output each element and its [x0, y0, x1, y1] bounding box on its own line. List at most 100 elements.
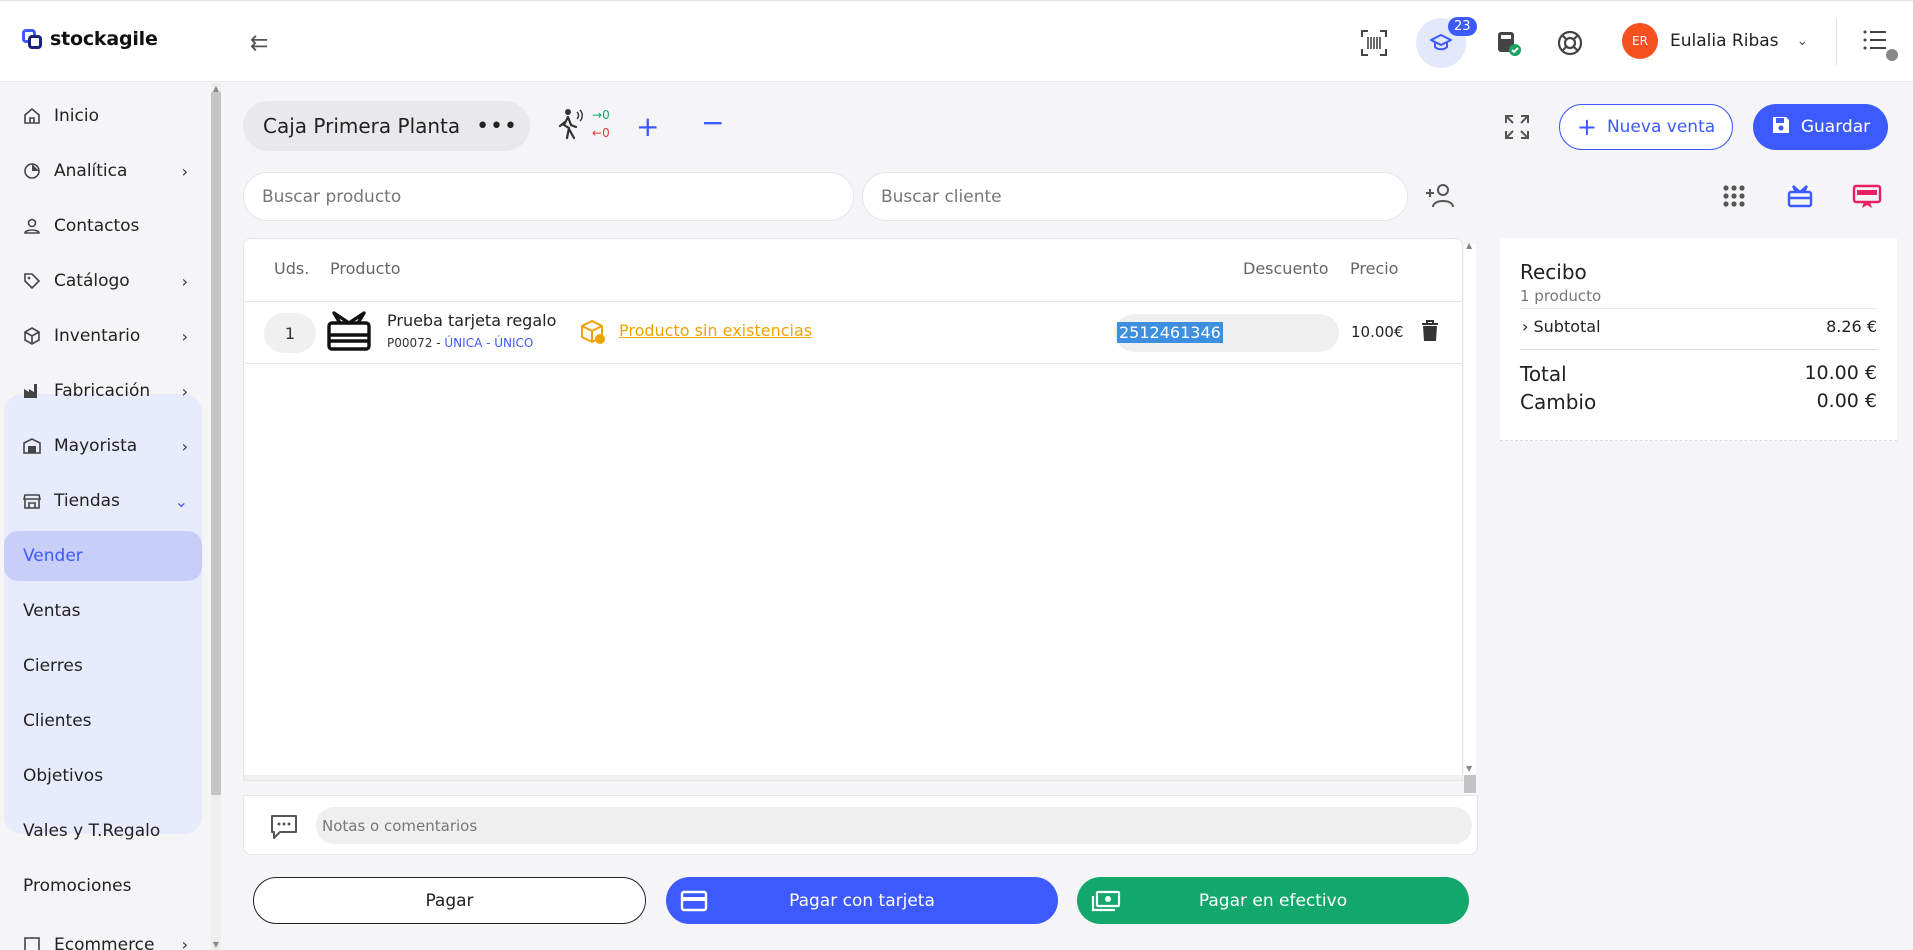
receipt-panel: Recibo 1 producto › Subtotal 8.26 € Tota…	[1500, 238, 1897, 441]
warehouse-icon	[22, 436, 42, 456]
scroll-up-arrow-icon[interactable]: ▲	[1466, 241, 1472, 250]
divider	[244, 301, 1462, 302]
scroll-down-arrow-icon[interactable]: ▼	[211, 940, 221, 949]
save-icon	[1771, 115, 1791, 140]
sidebar-subitem-vales[interactable]: Vales y T.Regalo	[23, 811, 193, 851]
register-name: Caja Primera Planta	[263, 114, 461, 138]
save-button[interactable]: Guardar	[1753, 104, 1888, 150]
product-ref: P00072 - ÚNICA - ÚNICO	[387, 336, 534, 350]
table-vertical-scrollbar[interactable]	[1464, 244, 1476, 794]
sidebar-item-label: Mayorista	[54, 436, 138, 456]
pay-cash-button[interactable]: Pagar en efectivo	[1077, 877, 1469, 924]
column-header-price: Precio	[1350, 259, 1399, 278]
sidebar-item-mayorista[interactable]: Mayorista ›	[22, 426, 192, 466]
box-icon	[22, 326, 42, 346]
grid-view-icon[interactable]	[1722, 184, 1746, 213]
plus-icon: +	[1576, 113, 1597, 141]
sidebar-subitem-cierres[interactable]: Cierres	[23, 646, 193, 686]
academy-badge: 23	[1448, 17, 1477, 36]
status-dot	[1886, 49, 1898, 61]
sidebar-item-ecommerce[interactable]: Ecommerce ›	[22, 935, 192, 950]
search-client-input[interactable]	[862, 172, 1408, 221]
chevron-right-icon: ›	[181, 381, 188, 401]
divider	[1520, 349, 1877, 350]
avatar: ER	[1622, 23, 1658, 59]
chevron-right-icon: ›	[181, 436, 188, 456]
tasks-list-icon[interactable]	[1862, 29, 1888, 56]
credit-card-icon	[680, 889, 708, 918]
search-product-input[interactable]	[243, 172, 854, 221]
add-client-icon[interactable]	[1426, 182, 1456, 215]
change-label: Cambio	[1520, 390, 1597, 414]
sidebar-item-label: Inventario	[54, 326, 141, 346]
divider	[1836, 19, 1837, 65]
sidebar-subitem-ventas[interactable]: Ventas	[23, 591, 193, 631]
sidebar-item-label: Catálogo	[54, 271, 130, 291]
traffic-add-icon[interactable]: +	[636, 110, 659, 143]
no-stock-warning-icon	[580, 319, 606, 350]
register-selector[interactable]: Caja Primera Planta •••	[243, 101, 530, 151]
sidebar-item-analitica[interactable]: Analítica ›	[22, 151, 192, 191]
printer-status-icon[interactable]	[1486, 21, 1530, 65]
scroll-up-arrow-icon[interactable]: ▲	[211, 84, 221, 93]
quantity-field[interactable]: 1	[264, 313, 316, 353]
chevron-right-icon: ›	[181, 161, 188, 181]
chevron-down-icon: ⌄	[174, 491, 188, 511]
notes-input[interactable]	[316, 807, 1472, 844]
factory-icon	[22, 381, 42, 401]
collapse-sidebar-icon[interactable]: ⇇	[250, 31, 268, 56]
sidebar-item-label: Fabricación	[54, 381, 151, 401]
traffic-out-count: ←0	[592, 126, 610, 140]
foot-traffic-icon[interactable]	[556, 108, 586, 145]
voucher-icon[interactable]	[1852, 182, 1882, 215]
sidebar-item-label: Contactos	[54, 216, 140, 236]
user-menu[interactable]: ER Eulalia Ribas ⌄	[1622, 23, 1808, 59]
divider	[1520, 308, 1877, 309]
chevron-right-icon: ›	[181, 271, 188, 291]
logo[interactable]: stockagile	[22, 28, 158, 50]
chevron-right-icon: ›	[1522, 317, 1529, 336]
sidebar-subitem-clientes[interactable]: Clientes	[23, 701, 193, 741]
new-sale-button[interactable]: + Nueva venta	[1559, 104, 1733, 150]
gift-card-icon[interactable]	[1786, 182, 1814, 215]
tag-icon	[22, 271, 42, 291]
column-header-product: Producto	[330, 259, 401, 278]
scroll-down-arrow-icon[interactable]: ▼	[1466, 764, 1472, 773]
sidebar-item-label: Analítica	[54, 161, 128, 181]
sidebar-item-label: Tiendas	[54, 491, 120, 511]
sale-lines-table: Uds. Producto Descuento Precio 1 Prueba …	[243, 238, 1463, 781]
traffic-in-count: →0	[592, 108, 610, 122]
subtotal-toggle[interactable]: › Subtotal	[1522, 317, 1601, 336]
more-options-icon[interactable]: •••	[476, 114, 518, 139]
discount-value[interactable]: 2512461346	[1117, 322, 1223, 343]
help-lifebuoy-icon[interactable]	[1548, 21, 1592, 65]
traffic-remove-icon[interactable]: −	[701, 106, 724, 139]
person-icon	[22, 216, 42, 236]
notes-bar	[243, 795, 1478, 855]
no-stock-link[interactable]: Producto sin existencias	[619, 321, 812, 340]
chevron-right-icon: ›	[181, 935, 188, 950]
total-value: 10.00 €	[1804, 362, 1877, 384]
home-icon	[22, 106, 42, 126]
pay-button[interactable]: Pagar	[253, 877, 646, 924]
sidebar-item-contactos[interactable]: Contactos	[22, 206, 192, 246]
sidebar-item-inicio[interactable]: Inicio	[22, 96, 192, 136]
sidebar-item-tiendas[interactable]: Tiendas ⌄	[22, 481, 192, 521]
pay-card-button[interactable]: Pagar con tarjeta	[666, 877, 1058, 924]
delete-icon[interactable]	[1421, 320, 1439, 347]
line-price: 10.00€	[1351, 323, 1404, 341]
horizontal-scrollbar[interactable]	[244, 775, 1462, 780]
fullscreen-icon[interactable]	[1504, 114, 1530, 145]
sidebar-item-catalogo[interactable]: Catálogo ›	[22, 261, 192, 301]
product-name[interactable]: Prueba tarjeta regalo	[387, 311, 556, 330]
sidebar-subitem-promociones[interactable]: Promociones	[23, 866, 193, 906]
sidebar-item-inventario[interactable]: Inventario ›	[22, 316, 192, 356]
sidebar-subitem-vender[interactable]: Vender	[23, 536, 193, 576]
sidebar-item-fabricacion[interactable]: Fabricación ›	[22, 371, 192, 411]
table-scroll-thumb[interactable]	[1464, 775, 1476, 793]
sidebar-item-label: Ecommerce	[54, 935, 155, 950]
sidebar-scroll-thumb[interactable]	[211, 92, 221, 795]
sidebar-subitem-objetivos[interactable]: Objetivos	[23, 756, 193, 796]
receipt-count: 1 producto	[1520, 287, 1602, 305]
barcode-scanner-icon[interactable]	[1352, 21, 1396, 65]
